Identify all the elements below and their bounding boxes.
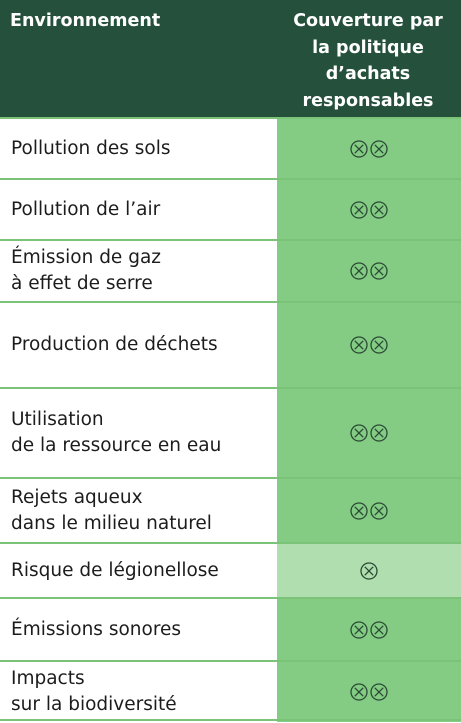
header-couverture: Couverture par la politique d’achats res… [280, 8, 456, 114]
row-label: Émission de gaz à effet de serre [0, 241, 277, 301]
table-row: Émission de gaz à effet de serre [0, 239, 461, 301]
circled-x-icon [349, 501, 369, 521]
row-label-line: Utilisation [11, 409, 104, 430]
row-label: Pollution des sols [0, 119, 277, 178]
row-label-lines: Émission de gaz à effet de serre [11, 245, 161, 297]
row-label-lines: Production de déchets [11, 332, 218, 358]
header-environnement: Environnement [10, 11, 161, 31]
circled-x-icon [349, 620, 369, 640]
circled-x-icon [369, 200, 389, 220]
coverage-cell [277, 389, 461, 477]
row-label-line: Émission de gaz [11, 247, 161, 268]
coverage-cell [277, 241, 461, 301]
table-row: Émissions sonores [0, 597, 461, 660]
coverage-cell [277, 662, 461, 722]
row-label: Production de déchets [0, 303, 277, 387]
coverage-cell [277, 544, 461, 597]
row-label: Émissions sonores [0, 599, 277, 660]
header-couverture-line: responsables [302, 90, 434, 111]
table-row: Impacts sur la biodiversité [0, 660, 461, 722]
header-couverture-line: la politique [312, 37, 424, 58]
bottom-divider [0, 719, 461, 721]
table-row: Rejets aqueux dans le milieu naturel [0, 477, 461, 542]
row-label-lines: Pollution de l’air [11, 197, 160, 223]
table-header: Environnement Couverture par la politiqu… [0, 0, 461, 117]
circled-x-icon [349, 139, 369, 159]
circled-x-icon [369, 682, 389, 702]
circled-x-icon [349, 335, 369, 355]
coverage-cell [277, 119, 461, 178]
circled-x-icon [349, 200, 369, 220]
coverage-cell [277, 303, 461, 387]
table-row: Production de déchets [0, 301, 461, 387]
row-label: Risque de légionellose [0, 544, 277, 597]
circled-x-icon [369, 501, 389, 521]
row-label: Pollution de l’air [0, 180, 277, 239]
row-label-line: à effet de serre [11, 273, 153, 294]
row-label: Impacts sur la biodiversité [0, 662, 277, 722]
coverage-cell [277, 479, 461, 542]
row-label-line: dans le milieu naturel [11, 512, 212, 534]
row-label: Utilisation de la ressource en eau [0, 389, 277, 477]
circled-x-icon [369, 139, 389, 159]
table-row: Pollution des sols [0, 117, 461, 178]
circled-x-icon [349, 423, 369, 443]
header-couverture-line: Couverture par [293, 11, 443, 31]
row-label-line: sur la biodiversité [11, 694, 177, 715]
row-label-lines: Utilisation de la ressource en eau [11, 407, 221, 459]
row-label-line: Risque de légionellose [11, 559, 219, 581]
circled-x-icon [369, 261, 389, 281]
row-label-line: de la ressource en eau [11, 435, 222, 456]
circled-x-icon [369, 423, 389, 443]
row-label: Rejets aqueux dans le milieu naturel [0, 479, 277, 542]
row-label-line: Pollution des sols [11, 137, 171, 159]
circled-x-icon [359, 561, 379, 581]
circled-x-icon [369, 335, 389, 355]
row-label-lines: Rejets aqueux dans le milieu naturel [11, 485, 212, 537]
header-couverture-line: d’achats [325, 64, 411, 84]
circled-x-icon [369, 620, 389, 640]
table-row: Risque de légionellose [0, 542, 461, 597]
row-label-line: Émissions sonores [11, 618, 182, 640]
row-label-line: Production de déchets [11, 334, 218, 355]
table-row: Pollution de l’air [0, 178, 461, 239]
coverage-cell [277, 599, 461, 660]
row-label-line: Pollution de l’air [11, 198, 161, 220]
row-label-lines: Émissions sonores [11, 617, 181, 643]
row-label-lines: Pollution des sols [11, 136, 171, 162]
coverage-cell [277, 180, 461, 239]
row-label-lines: Impacts sur la biodiversité [11, 666, 177, 718]
row-label-line: Impacts [11, 668, 85, 689]
circled-x-icon [349, 682, 369, 702]
row-label-lines: Risque de légionellose [11, 558, 219, 584]
circled-x-icon [349, 261, 369, 281]
row-label-line: Rejets aqueux [11, 486, 143, 508]
table-row: Utilisation de la ressource en eau [0, 387, 461, 477]
coverage-table: Environnement Couverture par la politiqu… [0, 0, 461, 723]
